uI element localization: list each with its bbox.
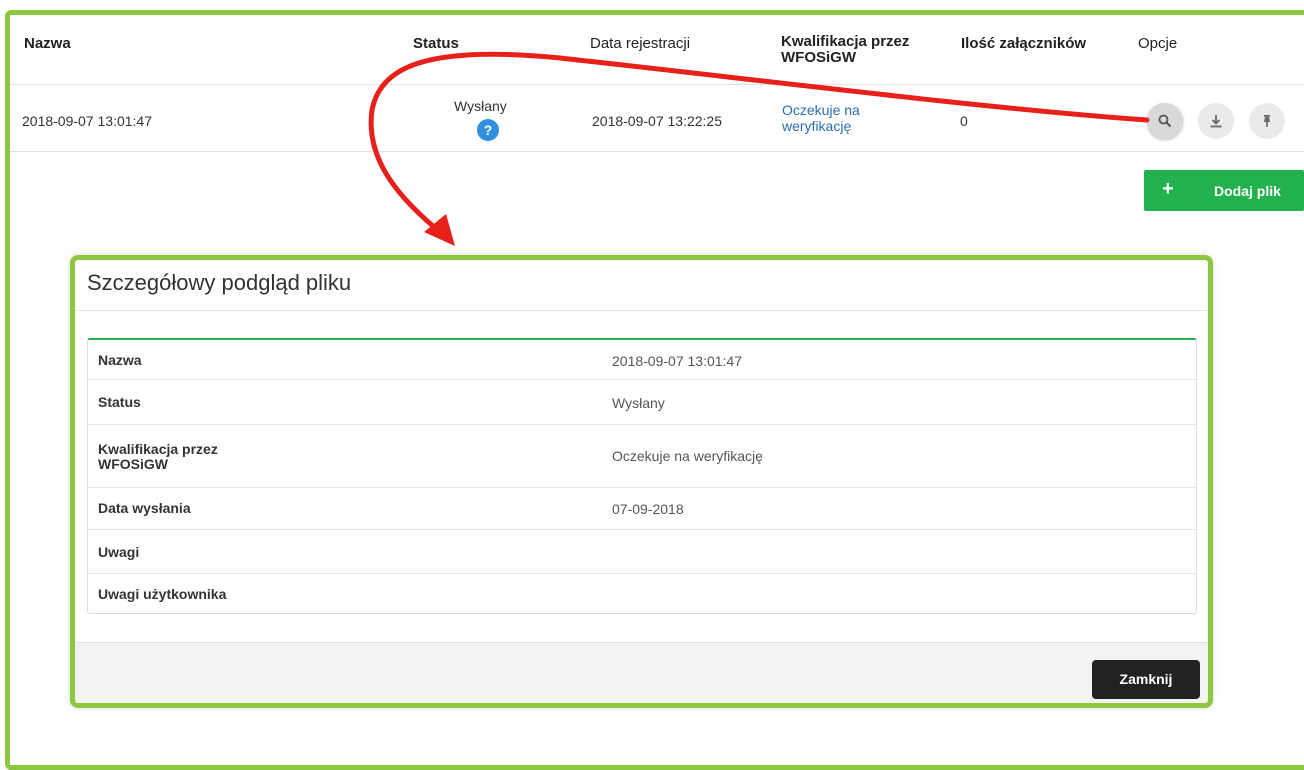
annotation-arrow xyxy=(368,51,1150,246)
